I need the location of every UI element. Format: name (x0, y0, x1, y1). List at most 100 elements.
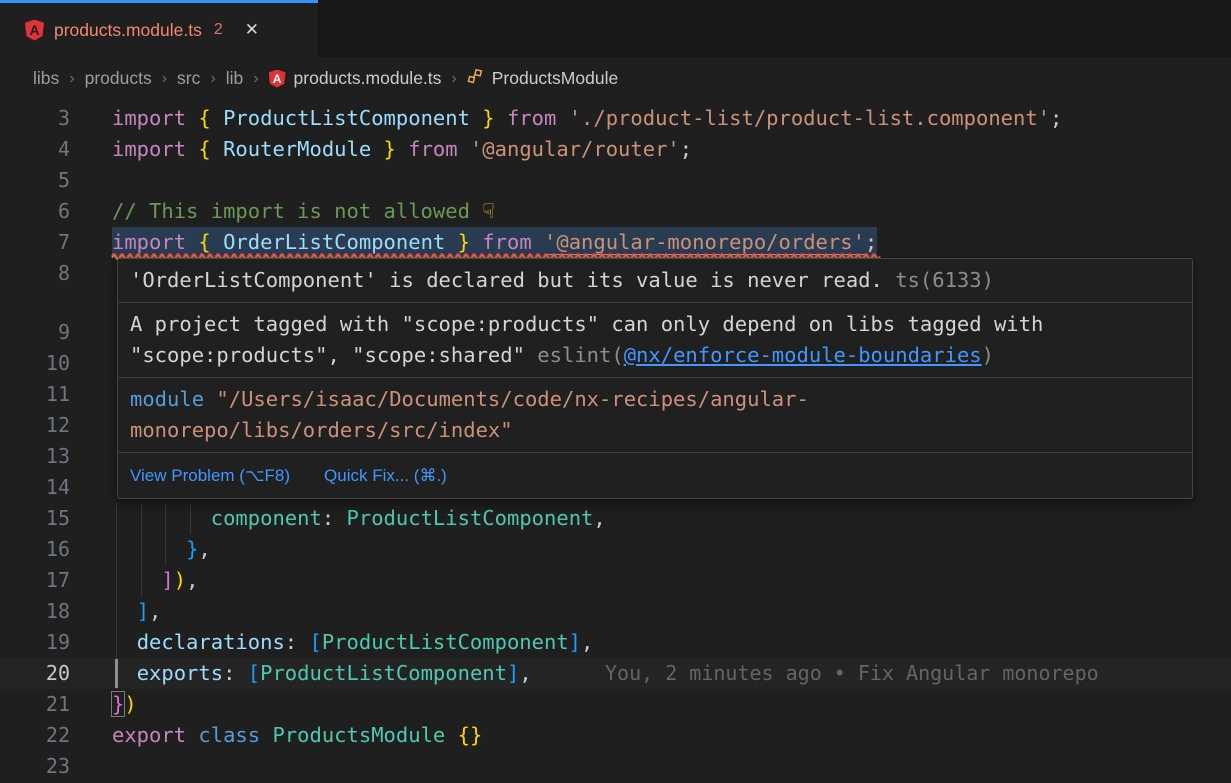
breadcrumb-label: libs (33, 68, 59, 89)
breadcrumb-label: lib (226, 68, 244, 89)
code-token: OrderListComponent (223, 230, 445, 254)
code-token: ; (680, 137, 692, 161)
git-blame-annotation: You, 2 minutes ago • Fix Angular monorep… (605, 658, 1099, 689)
breadcrumb-item-products[interactable]: products (85, 68, 152, 89)
code-token: '@angular/router' (470, 137, 680, 161)
code-token: component (211, 506, 322, 530)
breadcrumb-separator-icon: › (210, 70, 215, 88)
code-token: : (285, 630, 310, 654)
breadcrumb-item-products-module-ts[interactable]: Aproducts.module.ts (269, 68, 442, 89)
code-token: , (186, 568, 198, 592)
tab-label: products.module.ts (54, 20, 202, 41)
code-token: : (223, 661, 248, 685)
editor-row-4[interactable]: 4 import { RouterModule } from '@angular/… (0, 134, 1231, 165)
line-number: 10 (0, 348, 70, 379)
editor-row-6[interactable]: 6// This import is not allowed ☟ (0, 196, 1231, 227)
code-token: { (198, 137, 223, 161)
code-token: from (396, 137, 470, 161)
line-number: 4 (0, 134, 70, 165)
code-token (112, 599, 137, 623)
editor-row-16[interactable]: 16 }, (0, 534, 1231, 565)
code-token: ☟ (482, 199, 494, 223)
code-token: } (112, 692, 124, 716)
breadcrumb-label: products (85, 68, 152, 89)
code-token: ] (161, 568, 173, 592)
code-token: , (149, 599, 161, 623)
editor-row-20[interactable]: 20 exports: [ProductListComponent],You, … (0, 658, 1231, 689)
tab-bar: A products.module.ts 2 ✕ (0, 0, 1231, 57)
code-token: ) (174, 568, 186, 592)
line-number: 17 (0, 565, 70, 596)
line-number: 8 (0, 258, 70, 289)
diagnostic-text: ts(6133) (883, 268, 994, 292)
code-token (445, 723, 457, 747)
editor-row-15[interactable]: 15 component: ProductListComponent, (0, 503, 1231, 534)
line-number: 19 (0, 627, 70, 658)
code-line-3: import { ProductListComponent } from './… (112, 103, 1062, 134)
code-token: ] (569, 630, 581, 654)
angular-file-icon: A (269, 70, 286, 88)
code-token: ProductListComponent (322, 630, 569, 654)
breadcrumb-label: ProductsModule (492, 68, 618, 89)
editor-row-22[interactable]: 22export class ProductsModule {} (0, 720, 1231, 751)
diagnostic-text: 'OrderListComponent' is declared but its… (130, 268, 883, 292)
code-token: ] (507, 661, 519, 685)
line-number: 11 (0, 379, 70, 410)
code-token: ) (124, 692, 136, 716)
line-number: 9 (0, 317, 70, 348)
vscode-window: A products.module.ts 2 ✕ libs › products › s… (0, 0, 1231, 783)
breadcrumb-label: src (177, 68, 200, 89)
code-token: './product-list/product-list.component' (569, 106, 1050, 130)
code-token (112, 506, 211, 530)
text-cursor (115, 659, 118, 688)
editor-row-3[interactable]: 3 import { ProductListComponent } from '.… (0, 103, 1231, 134)
editor-row-19[interactable]: 19 declarations: [ProductListComponent], (0, 627, 1231, 658)
line-number: 15 (0, 503, 70, 534)
breadcrumb-item-lib[interactable]: lib (226, 68, 244, 89)
code-token: ProductListComponent (223, 106, 470, 130)
code-token: { (198, 230, 223, 254)
tab-close-icon[interactable]: ✕ (245, 20, 259, 40)
code-token: } (470, 106, 495, 130)
editor-row-21[interactable]: 21}) (0, 689, 1231, 720)
code-line-20: exports: [ProductListComponent], (112, 658, 532, 689)
code-token: class (198, 723, 272, 747)
breadcrumb-item-productsmodule[interactable]: ProductsModule (467, 68, 618, 90)
code-token: ] (137, 599, 149, 623)
line-number: 22 (0, 720, 70, 751)
diagnostic-text: module (130, 387, 216, 411)
code-token: exports (137, 661, 223, 685)
code-token: export (112, 723, 198, 747)
breadcrumb-item-src[interactable]: src (177, 68, 200, 89)
eslint-rule-link[interactable]: @nx/enforce-module-boundaries (624, 343, 982, 367)
line-number: 3 (0, 103, 70, 134)
breadcrumb-item-libs[interactable]: libs (33, 68, 59, 89)
editor-row-7[interactable]: 7import { OrderListComponent } from '@an… (0, 227, 1231, 258)
line-number: 7 (0, 227, 70, 258)
code-token: : (322, 506, 347, 530)
editor-row-17[interactable]: 17 ]), (0, 565, 1231, 596)
breadcrumb-separator-icon: › (451, 70, 456, 88)
code-token: RouterModule (223, 137, 371, 161)
editor-row-5[interactable]: 5 (0, 165, 1231, 196)
code-token: from (470, 230, 544, 254)
hover-action-bar: View Problem (⌥F8) Quick Fix... (⌘.) (118, 452, 1192, 498)
code-token: } (371, 137, 396, 161)
tab-products-module[interactable]: A products.module.ts 2 ✕ (0, 0, 318, 57)
editor-row-23[interactable]: 23 (0, 751, 1231, 782)
breadcrumb-separator-icon: › (162, 70, 167, 88)
line-number: 14 (0, 472, 70, 503)
code-token: , (519, 661, 531, 685)
code-token: ProductListComponent (260, 661, 507, 685)
code-token: from (495, 106, 569, 130)
class-symbol-icon (467, 68, 484, 90)
code-token: } (445, 230, 470, 254)
editor-row-18[interactable]: 18 ], (0, 596, 1231, 627)
quick-fix-button[interactable]: Quick Fix... (⌘.) (324, 460, 447, 491)
code-token: import (112, 230, 198, 254)
view-problem-button[interactable]: View Problem (⌥F8) (130, 460, 290, 491)
code-line-4: import { RouterModule } from '@angular/r… (112, 134, 692, 165)
breadcrumb-separator-icon: › (69, 70, 74, 88)
code-editor[interactable]: 3 import { ProductListComponent } from '.… (0, 100, 1231, 783)
breadcrumb-separator-icon: › (253, 70, 258, 88)
